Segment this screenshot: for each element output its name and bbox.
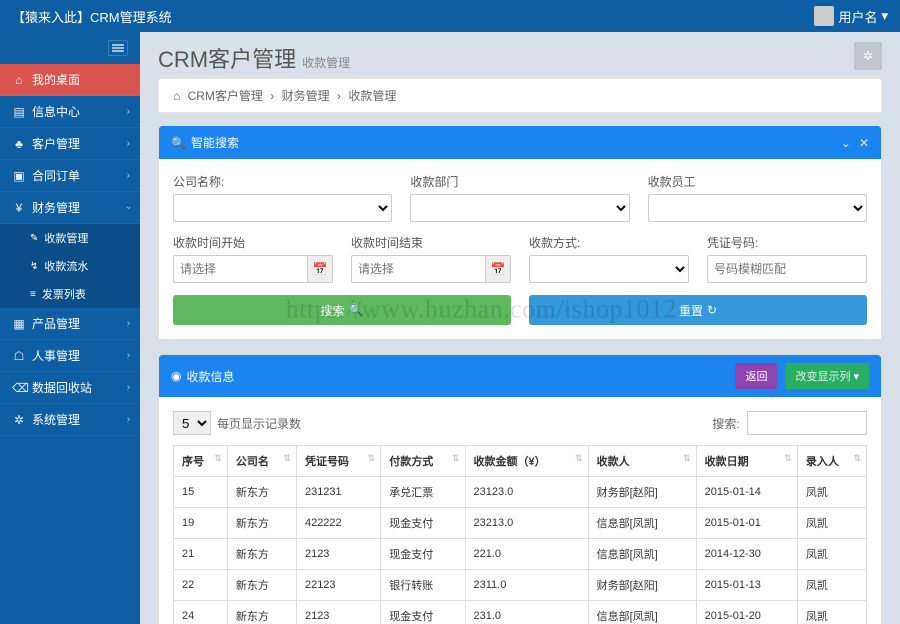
- company-select[interactable]: [173, 194, 392, 222]
- info-icon: ◉: [171, 369, 181, 383]
- columns-button[interactable]: 改变显示列 ▾: [785, 363, 869, 389]
- chevron-icon: ›: [127, 350, 130, 361]
- chevron-down-icon: ▾: [881, 8, 888, 24]
- chevron-icon: ›: [127, 414, 130, 425]
- chevron-icon: ›: [127, 170, 130, 181]
- sidebar-item-info[interactable]: ▤ 信息中心›: [0, 96, 140, 128]
- home-icon: ⌂: [12, 73, 26, 87]
- payments-table: 序号⇅公司名⇅凭证号码⇅付款方式⇅收款金额（¥）⇅收款人⇅收款日期⇅录入人⇅ 1…: [173, 445, 867, 624]
- chevron-icon: ›: [127, 106, 130, 117]
- main-content: ✲ CRM客户管理收款管理 ⌂ CRM客户管理 › 财务管理 › 收款管理 🔍智…: [140, 32, 900, 624]
- settings-button[interactable]: ✲: [854, 42, 882, 70]
- avatar: [814, 6, 834, 26]
- table-row[interactable]: 15新东方231231承兑汇票23123.0财务部[赵阳]2015-01-14凤…: [174, 477, 867, 508]
- chevron-icon: ›: [127, 318, 130, 329]
- sidebar-sub-invoices[interactable]: ≡ 发票列表: [0, 280, 140, 308]
- trash-icon: ⌫: [12, 381, 26, 395]
- table-header[interactable]: 公司名⇅: [227, 446, 296, 477]
- contract-icon: ▣: [12, 169, 26, 183]
- sidebar-sub-flow[interactable]: ↯ 收款流水: [0, 252, 140, 280]
- pencil-icon: ✎: [30, 233, 38, 244]
- end-date-input[interactable]: [351, 255, 486, 283]
- yen-icon: ¥: [12, 201, 26, 215]
- sidebar-sub-payments[interactable]: ✎ 收款管理: [0, 224, 140, 252]
- info-panel: ◉收款信息 返回 改变显示列 ▾ 5 每页显示记录数 搜索:: [158, 354, 882, 624]
- collapse-icon[interactable]: ⌄: [841, 136, 851, 150]
- table-header[interactable]: 收款人⇅: [588, 446, 696, 477]
- topbar: 【猿来入此】CRM管理系统 用户名 ▾: [0, 0, 900, 32]
- flow-icon: ↯: [30, 261, 38, 272]
- table-header[interactable]: 序号⇅: [174, 446, 228, 477]
- table-header[interactable]: 凭证号码⇅: [296, 446, 380, 477]
- dept-select[interactable]: [410, 194, 629, 222]
- chevron-down-icon: ›: [123, 206, 134, 209]
- page-length-select[interactable]: 5: [173, 411, 211, 435]
- user-menu[interactable]: 用户名 ▾: [814, 6, 888, 26]
- table-header[interactable]: 付款方式⇅: [381, 446, 465, 477]
- table-header[interactable]: 收款日期⇅: [696, 446, 797, 477]
- sidebar-item-contracts[interactable]: ▣ 合同订单›: [0, 160, 140, 192]
- table-row[interactable]: 22新东方22123银行转账2311.0财务部[赵阳]2015-01-13凤凯: [174, 570, 867, 601]
- sidebar-item-recycle[interactable]: ⌫ 数据回收站›: [0, 372, 140, 404]
- info-icon: ▤: [12, 105, 26, 119]
- sidebar-item-system[interactable]: ✲ 系统管理›: [0, 404, 140, 436]
- hamburger-icon: [108, 40, 128, 56]
- table-row[interactable]: 19新东方422222现金支付23213.0信息部[凤凯]2015-01-01凤…: [174, 508, 867, 539]
- search-icon: 🔍: [171, 136, 186, 150]
- voucher-input[interactable]: [707, 255, 867, 283]
- sidebar: ⌂ 我的桌面 ▤ 信息中心› ♣ 客户管理› ▣ 合同订单› ¥ 财务管理› ✎…: [0, 32, 140, 624]
- table-header[interactable]: 录入人⇅: [797, 446, 866, 477]
- table-header[interactable]: 收款金额（¥）⇅: [465, 446, 588, 477]
- sidebar-item-customers[interactable]: ♣ 客户管理›: [0, 128, 140, 160]
- back-button[interactable]: 返回: [735, 363, 777, 389]
- staff-select[interactable]: [648, 194, 867, 222]
- sidebar-item-dashboard[interactable]: ⌂ 我的桌面: [0, 64, 140, 96]
- customer-icon: ♣: [12, 137, 26, 151]
- calendar-icon[interactable]: 📅: [486, 255, 511, 283]
- hr-icon: ☖: [12, 349, 26, 363]
- table-row[interactable]: 24新东方2123现金支付231.0信息部[凤凯]2015-01-20凤凯: [174, 601, 867, 624]
- chevron-icon: ›: [127, 382, 130, 393]
- sidebar-item-products[interactable]: ▦ 产品管理›: [0, 308, 140, 340]
- home-icon: ⌂: [173, 89, 180, 103]
- search-panel: 🔍智能搜索 ⌄ ✕ 公司名称: 收款部门 收款员工 收款时间开始 📅 收款时间结…: [158, 125, 882, 340]
- sidebar-toggle[interactable]: [0, 32, 140, 64]
- start-date-input[interactable]: [173, 255, 308, 283]
- reset-button[interactable]: 重置 ↻: [529, 295, 867, 325]
- table-search-input[interactable]: [747, 411, 867, 435]
- sidebar-item-hr[interactable]: ☖ 人事管理›: [0, 340, 140, 372]
- table-row[interactable]: 21新东方2123现金支付221.0信息部[凤凯]2014-12-30凤凯: [174, 539, 867, 570]
- list-icon: ≡: [30, 289, 36, 300]
- page-title: CRM客户管理收款管理: [158, 42, 882, 74]
- search-button[interactable]: 搜索 🔍: [173, 295, 511, 325]
- calendar-icon[interactable]: 📅: [308, 255, 333, 283]
- product-icon: ▦: [12, 317, 26, 331]
- breadcrumb: ⌂ CRM客户管理 › 财务管理 › 收款管理: [158, 78, 882, 113]
- app-title: 【猿来入此】CRM管理系统: [12, 7, 172, 26]
- method-select[interactable]: [529, 255, 689, 283]
- gear-icon: ✲: [12, 413, 26, 427]
- chevron-icon: ›: [127, 138, 130, 149]
- close-icon[interactable]: ✕: [859, 136, 869, 150]
- sidebar-item-finance[interactable]: ¥ 财务管理›: [0, 192, 140, 224]
